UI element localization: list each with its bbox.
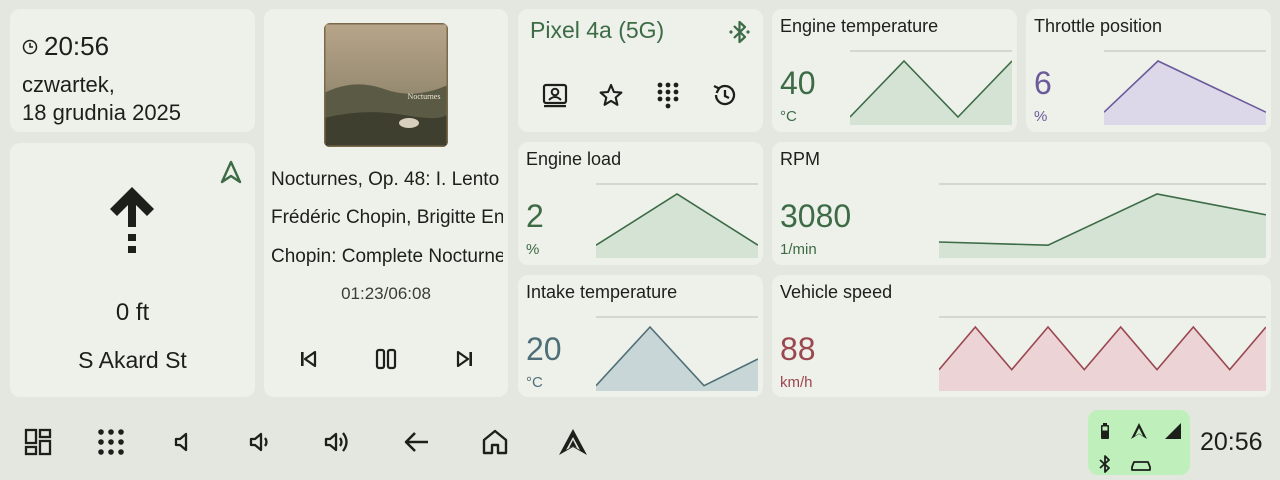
sparkline-area — [596, 194, 758, 258]
status-cluster[interactable] — [1088, 410, 1190, 475]
track-artist: Frédéric Chopin, Brigitte Engerer — [271, 207, 503, 228]
metric-value: 88 — [780, 331, 816, 367]
metric-title: Vehicle speed — [780, 282, 893, 302]
app-grid-icon — [98, 429, 124, 455]
sparkline-chart — [939, 183, 1266, 258]
clock-date: czwartek, 18 grudnia 2025 — [22, 71, 181, 127]
dialpad-button[interactable] — [652, 79, 684, 111]
sparkline-chart — [596, 183, 758, 258]
previous-icon — [301, 350, 317, 368]
sparkline-area — [1104, 61, 1266, 125]
sparkline-chart — [939, 316, 1266, 391]
dashboard-button[interactable] — [19, 423, 57, 461]
metric-intake-temperature: Intake temperature 20 °C — [518, 275, 763, 397]
back-icon — [404, 432, 428, 452]
metric-value: 3080 — [780, 198, 852, 234]
navigation-card[interactable]: 0 ft S Akard St — [10, 143, 255, 397]
bluetooth-icon — [1099, 455, 1110, 473]
metric-vehicle-speed: Vehicle speed 88 km/h — [772, 275, 1271, 397]
album-art-text: Nocturnes — [408, 92, 441, 101]
metric-title: Intake temperature — [526, 282, 678, 302]
track-title: Nocturnes, Op. 48: I. Lento — [271, 169, 500, 190]
metric-rpm: RPM 3080 1/min — [772, 142, 1271, 265]
back-button[interactable] — [398, 423, 436, 461]
volume-up-button[interactable] — [320, 423, 358, 461]
clock-card: 20:56 czwartek, 18 grudnia 2025 — [10, 9, 255, 132]
history-icon — [713, 84, 736, 106]
car-icon — [1131, 461, 1151, 471]
contacts-icon — [542, 83, 568, 108]
nav-street: S Akard St — [78, 347, 187, 373]
previous-button[interactable] — [291, 342, 325, 376]
pause-button[interactable] — [369, 342, 403, 376]
sparkline-chart — [850, 50, 1012, 125]
android-auto-icon — [1131, 423, 1147, 439]
history-button[interactable] — [709, 79, 741, 111]
contacts-button[interactable] — [539, 79, 571, 111]
next-button[interactable] — [448, 342, 482, 376]
metric-unit: °C — [780, 108, 797, 125]
volume-mute-icon — [174, 432, 188, 452]
metric-value: 20 — [526, 331, 562, 367]
track-progress: 01:23/06:08 — [341, 284, 431, 303]
android-auto-button[interactable] — [554, 423, 592, 461]
clock-weekday: czwartek, — [22, 72, 115, 97]
pause-icon — [375, 348, 397, 370]
metric-unit: % — [526, 241, 540, 258]
home-icon — [482, 429, 508, 455]
metric-title: Throttle position — [1034, 16, 1163, 36]
metric-engine-temperature: Engine temperature 40 °C — [772, 9, 1017, 132]
app-grid-button[interactable] — [92, 423, 130, 461]
android-auto-icon — [559, 429, 587, 455]
metric-unit: °C — [526, 374, 543, 391]
home-button[interactable] — [476, 423, 514, 461]
sparkline-area — [939, 194, 1266, 258]
dashboard-icon — [24, 428, 52, 456]
bottom-bar: 20:56 — [0, 405, 1280, 480]
metric-engine-load: Engine load 2 % — [518, 142, 763, 265]
media-card[interactable]: Nocturnes Nocturnes, Op. 48: I. Lento Fr… — [264, 9, 508, 397]
straight-arrow-icon — [110, 187, 154, 253]
signal-icon — [1165, 423, 1181, 439]
clock-icon — [22, 39, 38, 54]
phone-device-name: Pixel 4a (5G) — [530, 17, 665, 43]
nav-distance: 0 ft — [115, 299, 150, 326]
favorites-icon — [599, 83, 623, 106]
metric-value: 40 — [780, 65, 816, 101]
track-album: Chopin: Complete Nocturnes — [271, 246, 503, 267]
next-icon — [456, 350, 472, 368]
metric-value: 6 — [1034, 65, 1052, 101]
favorites-button[interactable] — [595, 79, 627, 111]
volume-mute-button[interactable] — [164, 423, 202, 461]
metric-throttle-position: Throttle position 6 % — [1026, 9, 1271, 132]
volume-down-icon — [249, 432, 268, 452]
navigation-arrow-icon[interactable] — [218, 159, 244, 185]
sparkline-area — [850, 61, 1012, 125]
volume-up-icon — [324, 432, 348, 452]
metric-title: RPM — [780, 149, 820, 169]
metric-value: 2 — [526, 198, 544, 234]
volume-down-button[interactable] — [242, 423, 280, 461]
metric-title: Engine load — [526, 149, 622, 169]
phone-card[interactable]: Pixel 4a (5G) — [518, 9, 763, 132]
sparkline-area — [939, 327, 1266, 391]
album-art: Nocturnes — [324, 23, 448, 147]
battery-icon — [1101, 423, 1109, 439]
metric-unit: 1/min — [780, 241, 817, 258]
clock-full-date: 18 grudnia 2025 — [22, 100, 182, 125]
clock-time: 20:56 — [44, 31, 110, 61]
sparkline-chart — [596, 316, 758, 391]
metric-title: Engine temperature — [780, 16, 939, 36]
clock-row: 20:56 — [22, 31, 109, 62]
status-bar-clock: 20:56 — [1200, 428, 1263, 456]
bluetooth-icon — [729, 20, 750, 44]
dialpad-icon — [657, 82, 679, 109]
metric-unit: % — [1034, 108, 1048, 125]
metric-unit: km/h — [780, 374, 813, 391]
sparkline-chart — [1104, 50, 1266, 125]
